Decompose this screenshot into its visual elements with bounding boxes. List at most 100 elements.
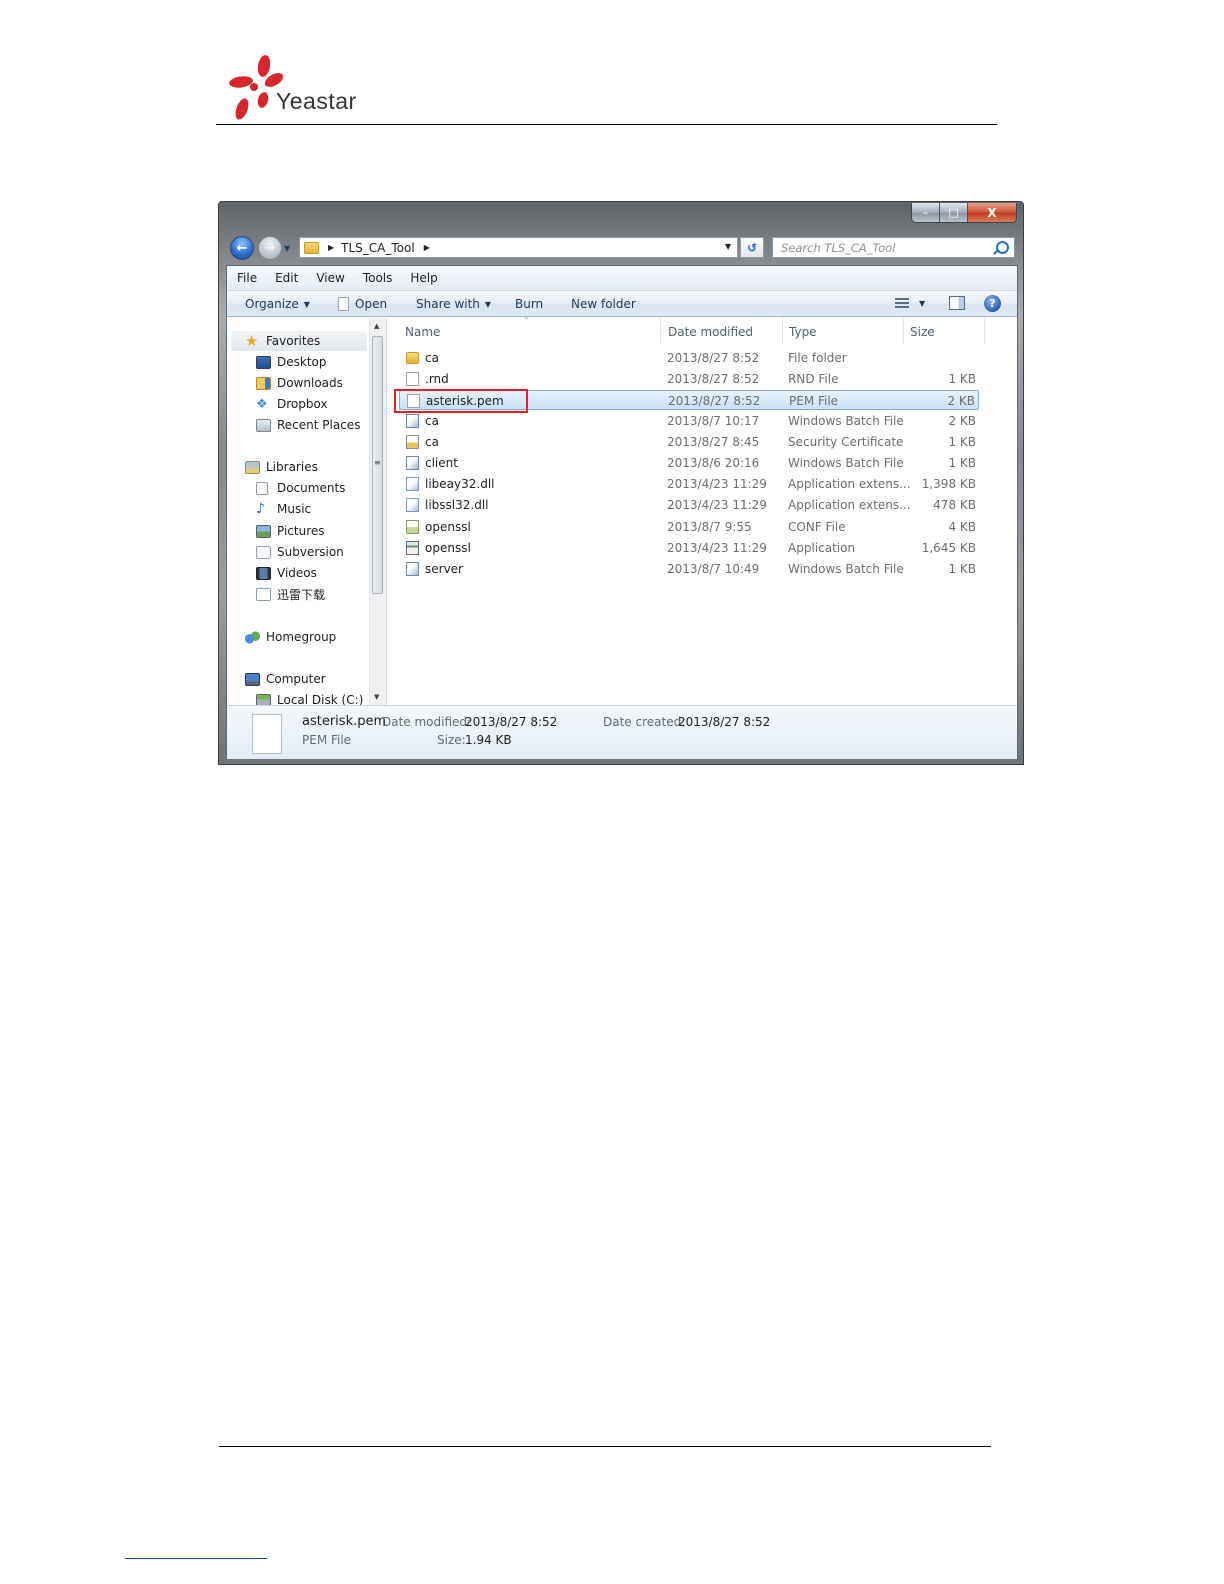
view-dropdown-icon[interactable]: ▼ bbox=[919, 299, 925, 308]
details-created-label: Date created: bbox=[603, 715, 686, 729]
nav-favorites[interactable]: ★ Favorites bbox=[245, 332, 320, 350]
help-icon[interactable]: ? bbox=[984, 295, 1001, 312]
menu-tools[interactable]: Tools bbox=[354, 271, 402, 285]
column-size[interactable]: Size bbox=[910, 325, 935, 339]
file-row[interactable]: .rnd 2013/8/27 8:52 RND File 1 KB bbox=[399, 369, 979, 389]
file-row[interactable]: libeay32.dll 2013/4/23 11:29 Application… bbox=[399, 474, 979, 494]
nav-homegroup[interactable]: Homegroup bbox=[245, 628, 336, 646]
caption-buttons: – □ X bbox=[911, 203, 1017, 223]
nav-desktop[interactable]: Desktop bbox=[256, 353, 327, 371]
file-name: openssl bbox=[425, 541, 471, 555]
nav-music[interactable]: ♪ Music bbox=[256, 500, 311, 518]
footnote-rule bbox=[125, 1558, 267, 1559]
file-name: libssl32.dll bbox=[425, 498, 489, 512]
homegroup-icon bbox=[245, 630, 260, 644]
nav-pictures[interactable]: Pictures bbox=[256, 522, 325, 540]
pictures-icon bbox=[256, 524, 271, 538]
file-type: Windows Batch File bbox=[788, 414, 904, 428]
file-row-selected[interactable]: asterisk.pem 2013/8/27 8:52 PEM File 2 K… bbox=[394, 389, 979, 413]
dropdown-arrow-icon: ▼ bbox=[303, 300, 310, 309]
file-name: libeay32.dll bbox=[425, 477, 495, 491]
breadcrumb-item[interactable]: TLS_CA_Tool bbox=[341, 241, 415, 255]
recent-pages-dropdown[interactable]: ▼ bbox=[284, 244, 290, 253]
minimize-button[interactable]: – bbox=[912, 203, 940, 222]
column-name[interactable]: Name bbox=[405, 325, 440, 339]
nav-dropbox[interactable]: ❖ Dropbox bbox=[256, 395, 328, 413]
file-row[interactable]: ca 2013/8/7 10:17 Windows Batch File 2 K… bbox=[399, 411, 979, 431]
address-dropdown-icon[interactable]: ▼ bbox=[725, 242, 731, 251]
column-divider[interactable] bbox=[984, 318, 985, 344]
file-type: Application extens... bbox=[788, 498, 911, 512]
file-date: 2013/8/7 10:49 bbox=[667, 562, 760, 576]
breadcrumb-chevron-icon[interactable]: ▶ bbox=[328, 243, 334, 252]
organize-label: Organize bbox=[245, 297, 299, 311]
column-date-modified[interactable]: Date modified bbox=[668, 325, 753, 339]
nav-recent-places[interactable]: Recent Places bbox=[256, 416, 360, 434]
nav-label: Libraries bbox=[266, 460, 318, 474]
column-type[interactable]: Type bbox=[789, 325, 817, 339]
refresh-button[interactable]: ↺ bbox=[740, 237, 764, 258]
file-row[interactable]: ca 2013/8/27 8:45 Security Certificate 1… bbox=[399, 432, 979, 452]
file-name: server bbox=[425, 562, 463, 576]
nav-xunlei-downloads[interactable]: 迅雷下载 bbox=[256, 585, 325, 603]
nav-subversion[interactable]: Subversion bbox=[256, 543, 344, 561]
file-name: openssl bbox=[425, 520, 471, 534]
file-name: ca bbox=[425, 414, 439, 428]
file-row[interactable]: openssl 2013/4/23 11:29 Application 1,64… bbox=[399, 538, 979, 558]
scroll-up-icon[interactable]: ▲ bbox=[374, 322, 379, 330]
nav-computer[interactable]: Computer bbox=[245, 670, 326, 688]
file-type: Security Certificate bbox=[788, 435, 904, 449]
file-row[interactable]: libssl32.dll 2013/4/23 11:29 Application… bbox=[399, 495, 979, 515]
open-button[interactable]: Open bbox=[338, 297, 387, 311]
folder-icon bbox=[304, 241, 319, 254]
navigation-scrollbar[interactable]: ▲ ≡ ▼ bbox=[369, 318, 386, 705]
recent-places-icon bbox=[256, 418, 271, 432]
file-date: 2013/4/23 11:29 bbox=[667, 498, 767, 512]
nav-label: Local Disk (C:) bbox=[277, 693, 364, 705]
details-pane: asterisk.pem PEM File Date modified: 201… bbox=[227, 705, 1017, 759]
nav-label: Pictures bbox=[277, 524, 325, 538]
new-folder-button[interactable]: New folder bbox=[571, 297, 636, 311]
change-view-icon[interactable] bbox=[895, 298, 909, 309]
column-divider[interactable] bbox=[903, 318, 904, 344]
file-size: 1,398 KB bbox=[921, 477, 976, 491]
burn-button[interactable]: Burn bbox=[515, 297, 543, 311]
breadcrumb-chevron-icon[interactable]: ▶ bbox=[424, 243, 430, 252]
nav-label: Downloads bbox=[277, 376, 343, 390]
batch-file-icon bbox=[406, 414, 419, 428]
organize-button[interactable]: Organize ▼ bbox=[245, 297, 310, 311]
file-row[interactable]: server 2013/8/7 10:49 Windows Batch File… bbox=[399, 559, 979, 579]
forward-button[interactable]: → bbox=[258, 236, 282, 260]
maximize-button[interactable]: □ bbox=[940, 203, 968, 222]
documents-icon bbox=[256, 481, 268, 495]
nav-local-disk[interactable]: Local Disk (C:) bbox=[256, 691, 363, 705]
preview-pane-icon[interactable] bbox=[949, 296, 965, 310]
menu-help[interactable]: Help bbox=[401, 271, 446, 285]
file-row[interactable]: ca 2013/8/27 8:52 File folder bbox=[399, 348, 979, 368]
search-icon[interactable] bbox=[996, 241, 1009, 254]
file-row[interactable]: openssl 2013/8/7 9:55 CONF File 4 KB bbox=[399, 517, 979, 537]
nav-documents[interactable]: Documents bbox=[256, 479, 345, 497]
xunlei-folder-icon bbox=[256, 587, 271, 601]
column-divider[interactable] bbox=[782, 318, 783, 344]
share-with-button[interactable]: Share with ▼ bbox=[416, 297, 491, 311]
nav-label: Computer bbox=[266, 672, 326, 686]
menu-edit[interactable]: Edit bbox=[266, 271, 307, 285]
column-divider[interactable] bbox=[660, 318, 661, 344]
blank-file-icon bbox=[406, 372, 419, 386]
nav-libraries[interactable]: Libraries bbox=[245, 458, 318, 476]
search-input[interactable] bbox=[779, 239, 991, 256]
back-button[interactable]: ← bbox=[230, 236, 254, 260]
address-bar[interactable]: ▶ TLS_CA_Tool ▶ bbox=[299, 237, 738, 258]
close-button[interactable]: X bbox=[968, 203, 1016, 222]
menu-file[interactable]: File bbox=[227, 271, 266, 285]
menu-view[interactable]: View bbox=[307, 271, 353, 285]
search-box[interactable] bbox=[772, 237, 1015, 258]
dll-icon bbox=[406, 477, 419, 491]
batch-file-icon bbox=[406, 562, 419, 576]
nav-videos[interactable]: Videos bbox=[256, 564, 317, 582]
application-icon bbox=[406, 541, 419, 555]
nav-downloads[interactable]: Downloads bbox=[256, 374, 343, 392]
scroll-down-icon[interactable]: ▼ bbox=[374, 693, 379, 701]
file-row[interactable]: client 2013/8/6 20:16 Windows Batch File… bbox=[399, 453, 979, 473]
